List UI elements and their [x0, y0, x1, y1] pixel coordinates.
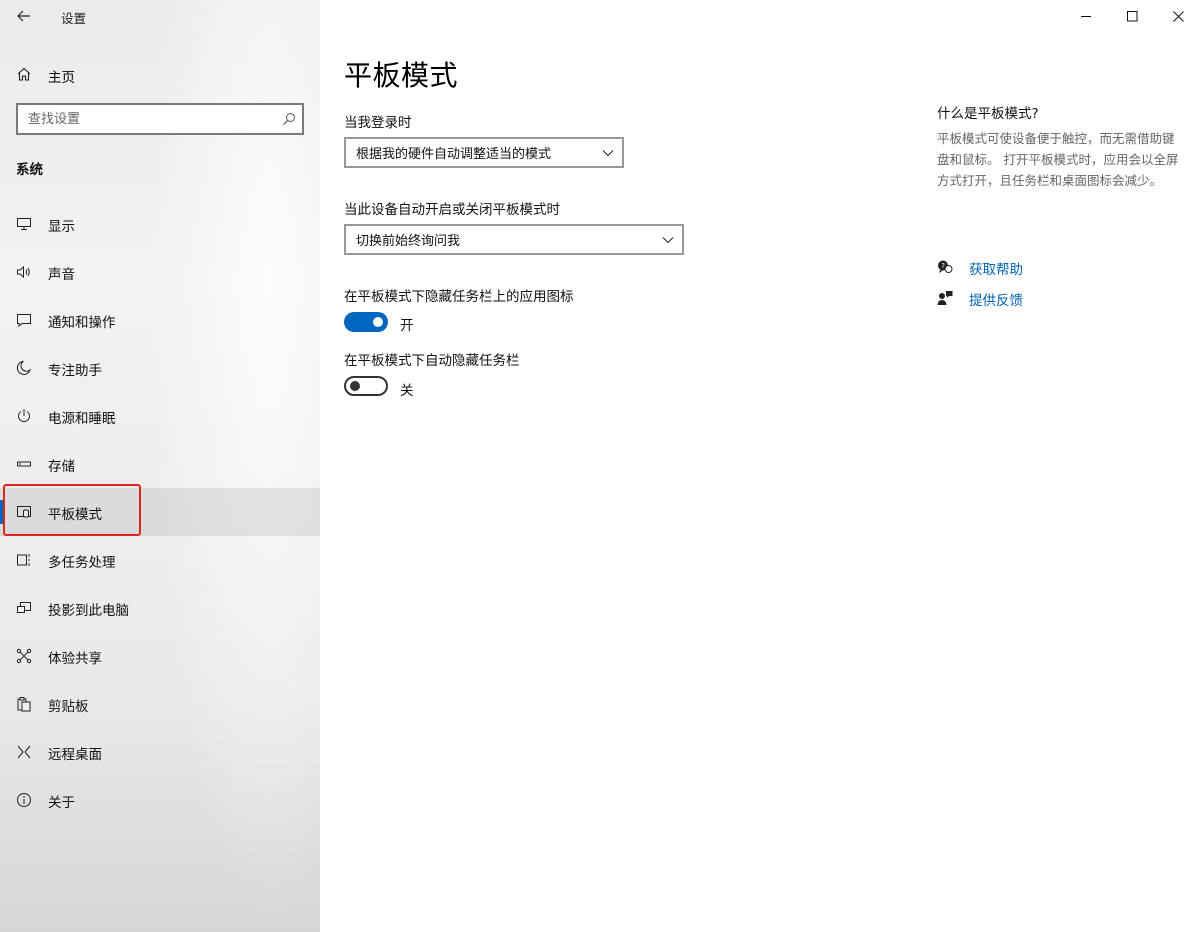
signin-label: 当我登录时	[344, 115, 412, 131]
sidebar-item-focus-assist[interactable]: 专注助手	[0, 344, 320, 392]
remote-desktop-icon	[17, 745, 31, 759]
sidebar-item-label: 体验共享	[48, 651, 102, 667]
back-button[interactable]	[6, 2, 42, 30]
hide-icons-label: 在平板模式下隐藏任务栏上的应用图标	[344, 289, 574, 305]
home-icon	[17, 67, 31, 81]
section-title: 系统	[16, 162, 43, 178]
maximize-icon	[1126, 10, 1137, 21]
get-help-link[interactable]: ? 获取帮助	[937, 257, 1057, 278]
hide-icons-toggle[interactable]	[344, 312, 388, 332]
multitasking-icon	[17, 554, 30, 566]
sidebar-item-remote-desktop[interactable]: 远程桌面	[0, 728, 320, 776]
home-button[interactable]: 主页	[0, 57, 320, 91]
sidebar-item-label: 投影到此电脑	[48, 603, 129, 619]
sidebar-item-projection[interactable]: 投影到此电脑	[0, 584, 320, 632]
feedback-label: 提供反馈	[969, 293, 1023, 309]
sidebar-item-label: 剪贴板	[48, 699, 89, 715]
sidebar-item-label: 显示	[48, 219, 75, 235]
sidebar-item-label: 关于	[48, 795, 75, 811]
sidebar-item-label: 通知和操作	[48, 315, 116, 331]
sidebar-item-label: 存储	[48, 459, 75, 475]
auto-switch-value: 切换前始终询问我	[356, 234, 461, 249]
sidebar-item-clipboard[interactable]: 剪贴板	[0, 680, 320, 728]
sidebar-item-label: 平板模式	[48, 507, 102, 523]
autohide-state: 关	[400, 383, 414, 399]
toggle-knob	[350, 381, 360, 391]
chevron-down-icon	[602, 150, 614, 157]
sidebar-item-sound[interactable]: 声音	[0, 248, 320, 296]
get-help-label: 获取帮助	[969, 262, 1023, 278]
feedback-link[interactable]: 提供反馈	[937, 288, 1057, 309]
minimize-button[interactable]	[1063, 0, 1109, 32]
share-icon	[16, 648, 32, 664]
notification-icon	[17, 314, 31, 328]
storage-icon	[17, 461, 31, 467]
sidebar-item-about[interactable]: 关于	[0, 776, 320, 824]
chevron-down-icon	[662, 237, 674, 244]
sidebar-item-storage[interactable]: 存储	[0, 440, 320, 488]
moon-icon	[16, 360, 32, 375]
sidebar-item-display[interactable]: 显示	[0, 200, 320, 248]
sidebar-item-notifications[interactable]: 通知和操作	[0, 296, 320, 344]
tablet-mode-icon	[17, 506, 31, 518]
toggle-knob	[373, 317, 383, 327]
minimize-icon	[1080, 15, 1091, 17]
home-label: 主页	[48, 70, 75, 86]
help-description: 平板模式可使设备便于触控，而无需借助键盘和鼠标。 打开平板模式时，应用会以全屏方…	[937, 131, 1179, 188]
app-title: 设置	[61, 11, 87, 26]
sidebar-item-label: 专注助手	[48, 363, 102, 379]
maximize-button[interactable]	[1109, 0, 1155, 32]
monitor-icon	[17, 218, 31, 230]
search-box[interactable]	[16, 103, 304, 135]
sidebar-item-multitasking[interactable]: 多任务处理	[0, 536, 320, 584]
chat-help-icon: ?	[938, 260, 953, 273]
close-button[interactable]	[1155, 0, 1201, 32]
auto-switch-dropdown[interactable]: 切换前始终询问我	[344, 224, 684, 255]
sidebar: 设置 主页 系统 显示 声音 通知和操作 专注助手 电源和睡眠	[0, 0, 320, 932]
sidebar-item-label: 声音	[48, 267, 75, 283]
search-icon[interactable]	[282, 112, 296, 126]
autohide-toggle[interactable]	[344, 376, 388, 396]
sidebar-item-label: 电源和睡眠	[48, 411, 116, 427]
nav-list: 显示 声音 通知和操作 专注助手 电源和睡眠 存储 平板模式 多任务处理 投影到…	[0, 200, 320, 824]
autohide-label: 在平板模式下自动隐藏任务栏	[344, 353, 520, 369]
svg-text:?: ?	[941, 262, 945, 270]
sidebar-item-label: 远程桌面	[48, 747, 102, 763]
close-icon	[1172, 10, 1184, 22]
projection-icon	[17, 602, 31, 613]
signin-mode-dropdown[interactable]: 根据我的硬件自动调整适当的模式	[344, 137, 624, 168]
sidebar-item-power[interactable]: 电源和睡眠	[0, 392, 320, 440]
speaker-icon	[17, 265, 30, 279]
info-icon	[17, 793, 31, 807]
sidebar-item-tablet-mode[interactable]: 平板模式	[0, 484, 320, 536]
clipboard-icon	[17, 697, 31, 712]
sidebar-item-label: 多任务处理	[48, 555, 116, 571]
signin-mode-value: 根据我的硬件自动调整适当的模式	[356, 147, 552, 162]
title-bar: 设置	[0, 0, 320, 32]
page-title: 平板模式	[344, 59, 459, 92]
hide-icons-state: 开	[400, 318, 414, 334]
power-icon	[18, 409, 30, 423]
feedback-icon	[937, 291, 953, 305]
sidebar-item-shared-experiences[interactable]: 体验共享	[0, 632, 320, 680]
search-input[interactable]	[18, 105, 278, 133]
back-arrow-icon	[17, 10, 30, 22]
auto-switch-label: 当此设备自动开启或关闭平板模式时	[344, 202, 560, 218]
help-title: 什么是平板模式?	[937, 106, 1039, 122]
